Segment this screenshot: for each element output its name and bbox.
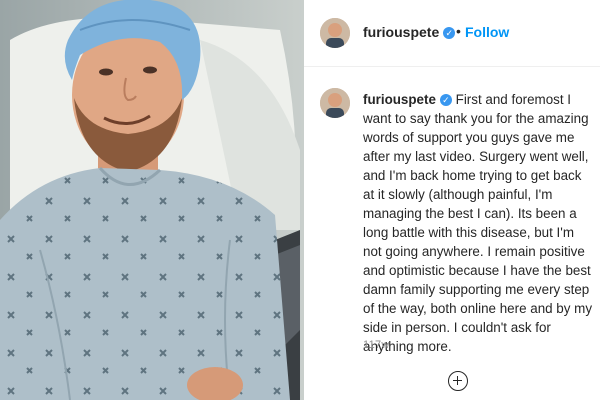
post-header: furiouspete ✓ • Follow (304, 0, 600, 67)
caption-username[interactable]: furiouspete ✓ (363, 92, 452, 107)
username-link[interactable]: furiouspete ✓ (363, 24, 456, 40)
separator-dot: • (456, 23, 461, 39)
post-caption: furiouspete ✓ First and foremost I want t… (363, 90, 595, 356)
avatar-image (320, 18, 350, 48)
verified-badge-icon: ✓ (443, 27, 456, 39)
post-timestamp[interactable]: 117w (363, 339, 390, 351)
caption-text: First and foremost I want to say thank y… (363, 92, 593, 354)
avatar-image (320, 88, 350, 118)
plus-circle-icon[interactable] (448, 371, 468, 391)
post-photo[interactable] (0, 0, 304, 400)
post-side-panel: furiouspete ✓ • Follow furiouspete ✓ First… (304, 0, 600, 400)
photo-illustration (0, 0, 304, 400)
follow-button[interactable]: Follow (465, 24, 509, 40)
avatar[interactable] (320, 18, 350, 48)
caption-avatar[interactable] (320, 88, 350, 118)
verified-badge-icon: ✓ (439, 94, 452, 106)
